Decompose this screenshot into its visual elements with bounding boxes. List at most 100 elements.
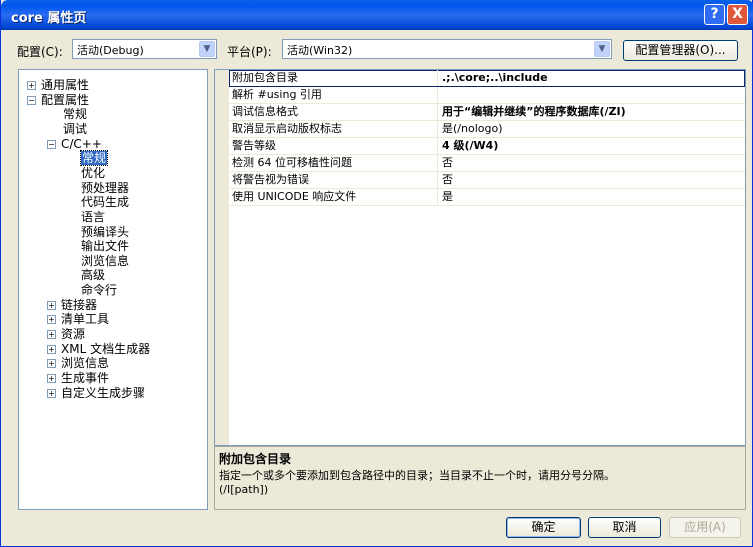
tree-item[interactable]: 调试	[63, 122, 87, 136]
property-row[interactable]: 取消显示启动版权标志 是(/nologo)	[229, 121, 745, 138]
property-value[interactable]: 4 级(/W4)	[442, 138, 498, 154]
tree-item-label: 输出文件	[81, 239, 130, 254]
help-button[interactable]: ?	[704, 4, 725, 25]
tree-item-label: 常规	[63, 107, 88, 122]
platform-value: 活动(Win32)	[287, 44, 353, 57]
expand-icon[interactable]: +	[47, 388, 56, 398]
tree-item[interactable]: − 配置属性	[27, 93, 89, 107]
tree-item-label: 链接器	[61, 297, 98, 312]
tree-item[interactable]: + 通用属性	[27, 78, 89, 92]
property-value[interactable]: 用于“编辑并继续”的程序数据库(/ZI)	[442, 104, 626, 120]
cancel-button[interactable]: 取消	[588, 517, 661, 538]
tree-item-label: 预处理器	[81, 180, 130, 195]
platform-select[interactable]: 活动(Win32) ▼	[282, 39, 612, 59]
property-name: 检测 64 位可移植性问题	[231, 155, 438, 171]
tree-item-label: 浏览信息	[81, 253, 130, 268]
property-row[interactable]: 使用 UNICODE 响应文件是	[229, 189, 745, 206]
property-row[interactable]: 解析 #using 引用	[229, 87, 745, 104]
tree-item[interactable]: 高级	[81, 268, 105, 282]
property-row[interactable]: 检测 64 位可移植性问题否	[229, 155, 745, 172]
expand-icon[interactable]: +	[47, 374, 56, 383]
tree-item[interactable]: 命令行	[81, 283, 117, 297]
tree-item[interactable]: 语言	[81, 210, 105, 224]
config-label: 配置(C):	[17, 45, 63, 59]
property-name: 解析 #using 引用	[231, 87, 438, 103]
tree-item-label: 代码生成	[81, 195, 130, 210]
tree-item-label: 语言	[81, 209, 106, 224]
property-value[interactable]: 否	[442, 172, 453, 188]
property-value[interactable]: 是	[442, 189, 453, 205]
property-name: 取消显示启动版权标志	[231, 121, 438, 137]
config-manager-button[interactable]: 配置管理器(O)...	[623, 40, 738, 61]
tree-item[interactable]: 输出文件	[81, 239, 129, 253]
window-title: core 属性页	[11, 11, 87, 26]
property-row[interactable]: 警告等级 4 级(/W4)	[229, 138, 745, 155]
tree-item-label: 清单工具	[61, 312, 110, 327]
property-value[interactable]: 否	[442, 155, 453, 171]
property-value[interactable]: 是(/nologo)	[442, 121, 503, 137]
tree-item[interactable]: 优化	[81, 166, 105, 180]
config-select[interactable]: 活动(Debug) ▼	[72, 39, 217, 59]
property-name: 警告等级	[231, 138, 438, 154]
property-name: 将警告视为错误	[231, 172, 438, 188]
tree-item[interactable]: 代码生成	[81, 195, 129, 209]
tree-item[interactable]: + XML 文档生成器	[47, 342, 150, 356]
tree-item-label: 预编译头	[81, 224, 130, 239]
chevron-down-icon[interactable]: ▼	[594, 41, 610, 57]
chevron-down-icon[interactable]: ▼	[199, 41, 215, 57]
tree-item[interactable]: 常规	[79, 150, 109, 167]
property-row[interactable]: 附加包含目录 .;.\core;..\include	[229, 70, 745, 87]
property-grid[interactable]: 附加包含目录 .;.\core;..\include 解析 #using 引用 调试信…	[214, 69, 746, 446]
property-value[interactable]: .;.\core;..\include	[442, 70, 548, 86]
title-bar[interactable]: core 属性页 ? X	[1, 0, 753, 30]
platform-label: 平台(P):	[227, 45, 272, 59]
tree-item[interactable]: 浏览信息	[81, 254, 129, 268]
description-panel: 附加包含目录 指定一个或多个要添加到包含路径中的目录；当目录不止一个时，请用分号…	[214, 446, 746, 510]
expand-icon[interactable]: +	[47, 344, 56, 354]
tree-item-label: 命令行	[81, 283, 118, 298]
config-value: 活动(Debug)	[77, 44, 144, 57]
property-dialog: core 属性页 ? X 配置(C): 活动(Debug) ▼ 平台(P): 活…	[0, 0, 753, 547]
tree-item-label: 高级	[81, 268, 106, 283]
tree-item[interactable]: + 生成事件	[47, 371, 109, 385]
collapse-icon[interactable]: −	[47, 139, 56, 149]
tree-item[interactable]: 常规	[63, 107, 87, 121]
tree-item[interactable]: 预处理器	[81, 181, 129, 195]
property-row[interactable]: 调试信息格式 用于“编辑并继续”的程序数据库(/ZI)	[229, 104, 745, 121]
property-row[interactable]: 将警告视为错误否	[229, 172, 745, 189]
tree-item[interactable]: + 浏览信息	[47, 356, 109, 370]
ok-button[interactable]: 确定	[506, 517, 581, 538]
collapse-icon[interactable]: −	[27, 95, 36, 105]
expand-icon[interactable]: +	[47, 359, 56, 369]
property-name: 使用 UNICODE 响应文件	[231, 189, 438, 205]
tree-item-label: 配置属性	[41, 92, 90, 107]
tree-item-label: XML 文档生成器	[61, 341, 151, 356]
tree-item[interactable]: 预编译头	[81, 225, 129, 239]
tree-item[interactable]: − C/C++	[47, 137, 102, 151]
expand-icon[interactable]: +	[47, 300, 56, 310]
tree-item-label: 生成事件	[61, 371, 110, 385]
expand-icon[interactable]: +	[47, 315, 56, 325]
tree-item[interactable]: + 资源	[47, 327, 85, 341]
description-title: 附加包含目录	[219, 452, 292, 466]
tree-item-label: 资源	[61, 327, 86, 342]
tree-item[interactable]: + 链接器	[47, 298, 97, 312]
description-switch: (/I[path])	[219, 483, 269, 496]
property-tree[interactable]: + 通用属性 − 配置属性 常规 调试 − C/C++ 常规 优化 预处理器 代码生成 语言 预编译头 输出…	[18, 69, 208, 510]
tree-item-label: 常规	[79, 150, 109, 167]
expand-icon[interactable]: +	[27, 81, 36, 90]
apply-button[interactable]: 应用(A)	[669, 517, 741, 538]
tree-item-label: 优化	[81, 165, 106, 180]
grid-gutter	[215, 70, 229, 445]
expand-icon[interactable]: +	[47, 330, 56, 340]
description-text: 指定一个或多个要添加到包含路径中的目录；当目录不止一个时，请用分号分隔。	[219, 469, 615, 482]
tree-item[interactable]: + 自定义生成步骤	[47, 386, 145, 400]
tree-item-label: 调试	[63, 121, 88, 136]
close-button[interactable]: X	[727, 4, 748, 25]
tree-item-label: 通用属性	[41, 78, 90, 92]
tree-item-label: 浏览信息	[61, 356, 110, 371]
tree-item[interactable]: + 清单工具	[47, 312, 109, 326]
tree-item-label: C/C++	[61, 136, 102, 151]
tree-item-label: 自定义生成步骤	[61, 385, 146, 400]
property-name: 调试信息格式	[231, 104, 438, 120]
